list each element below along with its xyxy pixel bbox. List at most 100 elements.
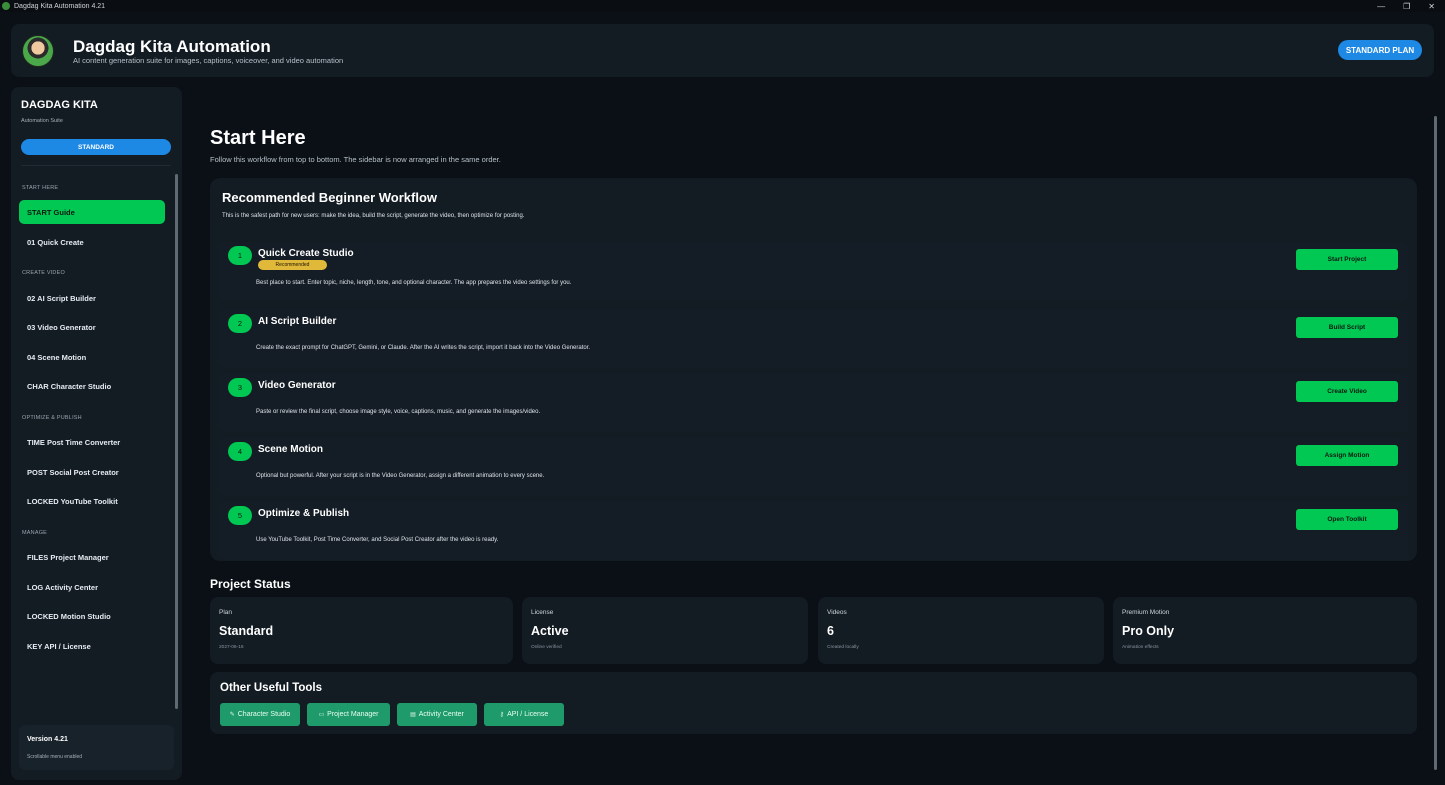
step-description: Paste or review the final script, choose… [256, 409, 541, 415]
tool-label: Character Studio [237, 711, 291, 718]
version-label: Version 4.21 [27, 736, 68, 743]
other-tools-title: Other Useful Tools [220, 682, 323, 694]
sidebar-item-project-manager[interactable]: FILES Project Manager [19, 545, 165, 569]
stat-sub: Online verified [531, 645, 562, 650]
main-scrollbar[interactable] [1434, 116, 1437, 770]
tool-label: Activity Center [418, 711, 464, 718]
open-toolkit-button[interactable]: Open Toolkit [1296, 509, 1398, 530]
step-title: AI Script Builder [258, 316, 337, 327]
tool-label: API / License [507, 711, 549, 718]
app-title: Dagdag Kita Automation [73, 37, 271, 56]
stat-label: Premium Motion [1122, 609, 1170, 616]
activity-center-tool-button[interactable]: ▤ Activity Center [397, 703, 477, 726]
section-manage: MANAGE [22, 530, 48, 536]
key-icon: ⚷ [499, 712, 505, 718]
close-button[interactable]: ✕ [1428, 2, 1435, 11]
sidebar-item-ai-script-builder[interactable]: 02 AI Script Builder [19, 286, 165, 310]
stat-label: License [531, 609, 554, 616]
step-number: 2 [228, 314, 252, 333]
app-header: Dagdag Kita Automation AI content genera… [11, 24, 1434, 77]
stat-sub: Animation effects [1122, 645, 1159, 650]
status-card-videos: Videos 6 Created locally [818, 597, 1104, 664]
sidebar-item-activity-center[interactable]: LOG Activity Center [19, 575, 165, 599]
workflow-subtitle: This is the safest path for new users: m… [222, 213, 525, 219]
sidebar-brand: DAGDAG KITA [21, 99, 98, 111]
sidebar-item-social-post-creator[interactable]: POST Social Post Creator [19, 460, 165, 484]
sidebar-divider [21, 165, 171, 166]
stat-label: Plan [219, 609, 233, 616]
avatar-logo-icon [22, 35, 54, 67]
step-description: Create the exact prompt for ChatGPT, Gem… [256, 345, 591, 351]
section-start-here: START HERE [22, 185, 59, 191]
create-video-button[interactable]: Create Video [1296, 381, 1398, 402]
sidebar-item-motion-studio[interactable]: LOCKED Motion Studio [19, 604, 165, 628]
sidebar-item-character-studio[interactable]: CHAR Character Studio [19, 374, 165, 398]
step-title: Optimize & Publish [258, 508, 350, 519]
workflow-step-4: 4 Scene Motion Optional but powerful. Af… [218, 438, 1408, 496]
sidebar-plan-button[interactable]: STANDARD [21, 139, 171, 155]
folder-icon: ▭ [318, 712, 325, 718]
log-icon: ▤ [410, 712, 416, 718]
build-script-button[interactable]: Build Script [1296, 317, 1398, 338]
sidebar-item-quick-create[interactable]: 01 Quick Create [19, 230, 165, 254]
standard-plan-button[interactable]: STANDARD PLAN [1338, 40, 1422, 60]
step-title: Video Generator [258, 380, 336, 391]
step-description: Best place to start. Enter topic, niche,… [256, 280, 572, 286]
stat-sub: Created locally [827, 645, 859, 650]
sidebar-item-scene-motion[interactable]: 04 Scene Motion [19, 345, 165, 369]
sidebar-brand-subtitle: Automation Suite [21, 118, 63, 124]
stat-sub: 2027-06-16 [219, 645, 244, 650]
sidebar-version-card: Version 4.21 Scrollable menu enabled [19, 725, 174, 770]
step-title: Quick Create Studio [258, 248, 354, 259]
step-description: Use YouTube Toolkit, Post Time Converter… [256, 537, 499, 543]
other-tools-panel: Other Useful Tools ✎ Character Studio ▭ … [210, 672, 1417, 734]
app-logo-icon [2, 2, 10, 10]
start-project-button[interactable]: Start Project [1296, 249, 1398, 270]
character-icon: ✎ [229, 712, 235, 718]
workflow-step-1: 1 Quick Create Studio Recommended Best p… [218, 242, 1408, 300]
step-description: Optional but powerful. After your script… [256, 473, 545, 479]
api-license-tool-button[interactable]: ⚷ API / License [484, 703, 564, 726]
step-number: 5 [228, 506, 252, 525]
project-status-title: Project Status [210, 577, 291, 591]
sidebar-item-api-license[interactable]: KEY API / License [19, 634, 165, 658]
step-number: 3 [228, 378, 252, 397]
sidebar-item-video-generator[interactable]: 03 Video Generator [19, 315, 165, 339]
project-manager-tool-button[interactable]: ▭ Project Manager [307, 703, 390, 726]
minimize-button[interactable]: — [1377, 2, 1385, 11]
sidebar-item-start-guide[interactable]: START Guide [19, 200, 165, 224]
workflow-title: Recommended Beginner Workflow [222, 190, 438, 205]
sidebar-item-youtube-toolkit[interactable]: LOCKED YouTube Toolkit [19, 489, 165, 513]
step-title: Scene Motion [258, 444, 324, 455]
status-card-premium-motion: Premium Motion Pro Only Animation effect… [1113, 597, 1417, 664]
page-subtitle: Follow this workflow from top to bottom.… [210, 155, 501, 164]
stat-value: Pro Only [1122, 624, 1175, 638]
status-card-license: License Active Online verified [522, 597, 808, 664]
window-title: Dagdag Kita Automation 4.21 [14, 2, 106, 10]
section-optimize-publish: OPTIMIZE & PUBLISH [22, 415, 82, 421]
maximize-button[interactable]: ❐ [1403, 2, 1410, 11]
sidebar-item-post-time-converter[interactable]: TIME Post Time Converter [19, 430, 165, 454]
sidebar-scrollbar[interactable] [175, 174, 178, 709]
tool-label: Project Manager [327, 711, 379, 718]
character-studio-tool-button[interactable]: ✎ Character Studio [220, 703, 300, 726]
stat-value: 6 [827, 624, 834, 638]
workflow-panel: Recommended Beginner Workflow This is th… [210, 178, 1417, 561]
page-title: Start Here [210, 127, 306, 149]
step-number: 1 [228, 246, 252, 265]
window-controls: — ❐ ✕ [1377, 0, 1435, 12]
section-create-video: CREATE VIDEO [22, 270, 65, 276]
sidebar: DAGDAG KITA Automation Suite STANDARD ST… [11, 87, 182, 780]
app-subtitle: AI content generation suite for images, … [73, 56, 344, 65]
stat-label: Videos [827, 609, 847, 616]
window-titlebar: Dagdag Kita Automation 4.21 — ❐ ✕ [0, 0, 1445, 12]
version-note: Scrollable menu enabled [27, 754, 83, 760]
status-card-plan: Plan Standard 2027-06-16 [210, 597, 513, 664]
stat-value: Active [531, 624, 569, 638]
stat-value: Standard [219, 624, 274, 638]
workflow-step-5: 5 Optimize & Publish Use YouTube Toolkit… [218, 502, 1408, 560]
workflow-step-3: 3 Video Generator Paste or review the fi… [218, 374, 1408, 432]
workflow-step-2: 2 AI Script Builder Create the exact pro… [218, 310, 1408, 368]
recommended-badge: Recommended [258, 260, 327, 270]
assign-motion-button[interactable]: Assign Motion [1296, 445, 1398, 466]
